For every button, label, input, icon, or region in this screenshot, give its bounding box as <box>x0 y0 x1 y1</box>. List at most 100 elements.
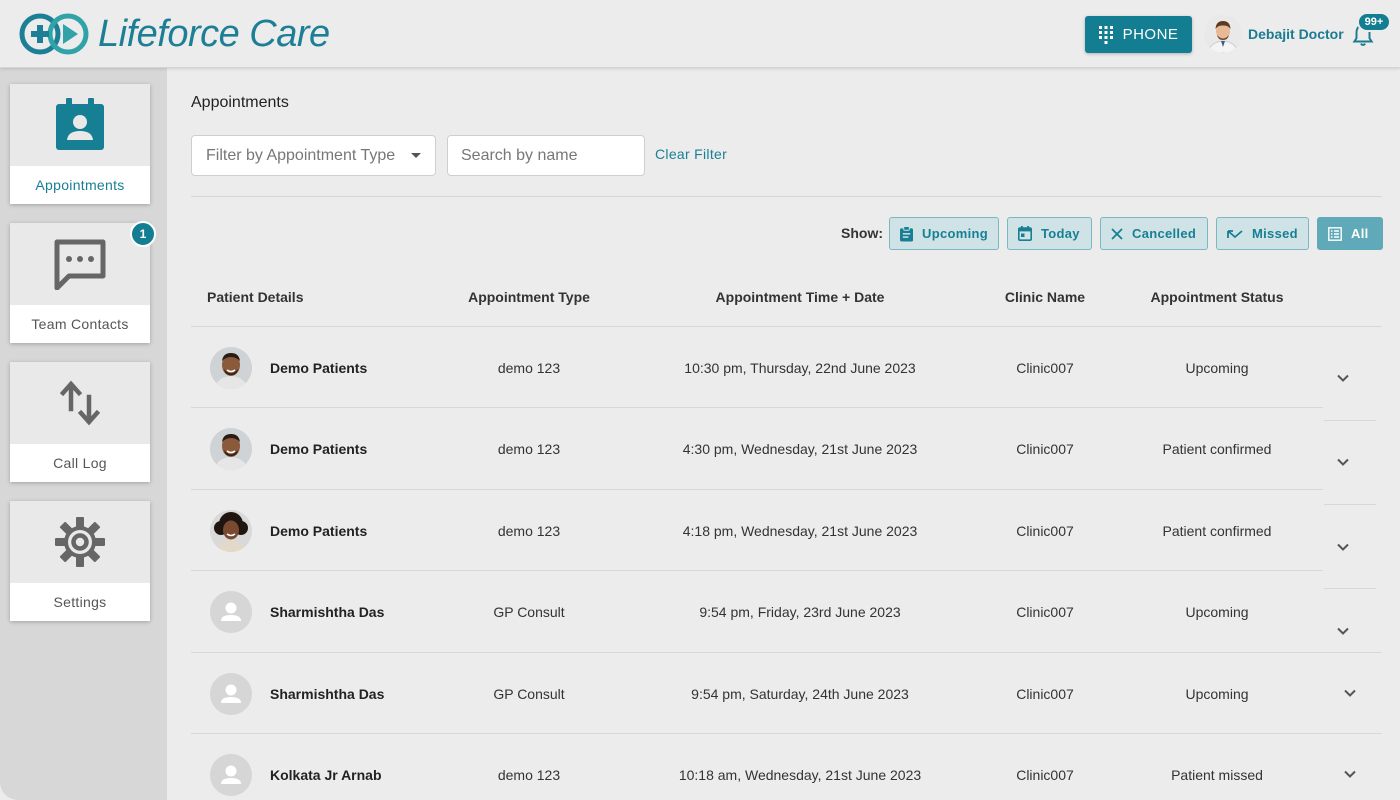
sidebar-item-label: Call Log <box>53 455 107 471</box>
appointment-status: Patient confirmed <box>1162 441 1272 457</box>
filter-placeholder: Filter by Appointment Type <box>206 146 396 164</box>
appointment-type: GP Consult <box>493 604 565 620</box>
clear-filter-link[interactable]: Clear Filter <box>655 146 727 162</box>
appointment-status: Upcoming <box>1185 686 1249 702</box>
patient-name: Sharmishtha Das <box>270 604 385 620</box>
appointment-type: demo 123 <box>497 441 561 457</box>
filter-chip-upcoming[interactable]: Upcoming <box>889 217 999 250</box>
swap-vertical-icon <box>60 380 100 426</box>
sidebar-item-label: Team Contacts <box>31 316 129 332</box>
sidebar-item-label: Settings <box>53 594 107 610</box>
user-name: Debajit Doctor <box>1248 26 1344 42</box>
chevron-down-icon[interactable] <box>1340 764 1360 784</box>
column-header-clinic-name[interactable]: Clinic Name <box>965 289 1125 305</box>
calendar-user-icon <box>56 98 104 150</box>
chevron-down-icon[interactable] <box>1340 683 1360 703</box>
patient-avatar-placeholder <box>210 591 252 633</box>
patient-name: Demo Patients <box>270 523 368 539</box>
show-label: Show: <box>841 225 883 241</box>
close-icon <box>1111 227 1123 240</box>
caret-down-icon <box>411 153 421 158</box>
phone-button-label: PHONE <box>1122 26 1179 43</box>
clinic-name: Clinic007 <box>1016 767 1074 783</box>
sidebar-item-team-contacts[interactable]: Team Contacts <box>10 223 150 343</box>
dialpad-icon <box>1098 25 1113 44</box>
patient-name: Demo Patients <box>270 360 368 376</box>
chip-label: All <box>1351 226 1369 241</box>
clinic-name: Clinic007 <box>1016 604 1074 620</box>
gear-icon <box>55 517 105 567</box>
filter-chip-all[interactable]: All <box>1317 217 1383 250</box>
divider <box>191 196 1382 197</box>
patient-avatar <box>210 510 252 552</box>
appointment-type: demo 123 <box>497 767 561 783</box>
sidebar-item-label: Appointments <box>35 177 125 193</box>
clinic-name: Clinic007 <box>1016 360 1074 376</box>
table-row[interactable]: Kolkata Jr Arnab demo 123 10:18 am, Wedn… <box>191 734 1382 800</box>
calendar-today-icon <box>1018 226 1032 241</box>
logo-mark-icon <box>19 13 89 55</box>
chevron-down-icon[interactable] <box>1333 621 1353 641</box>
patient-avatar-placeholder <box>210 754 252 796</box>
column-header-appointment-status[interactable]: Appointment Status <box>1117 289 1317 305</box>
chevron-down-icon[interactable] <box>1333 537 1353 557</box>
patient-avatar <box>210 428 252 470</box>
clinic-name: Clinic007 <box>1016 686 1074 702</box>
sidebar-item-settings[interactable]: Settings <box>10 501 150 621</box>
clipboard-icon <box>900 225 914 241</box>
main-content: Appointments Filter by Appointment Type … <box>167 68 1400 800</box>
chevron-down-icon[interactable] <box>1333 368 1353 388</box>
table-row[interactable]: Sharmishtha Das GP Consult 9:54 pm, Satu… <box>191 653 1382 734</box>
filter-chip-missed[interactable]: Missed <box>1216 217 1309 250</box>
filter-chip-today[interactable]: Today <box>1007 217 1092 250</box>
appointment-datetime: 4:30 pm, Wednesday, 21st June 2023 <box>682 441 918 457</box>
appointment-status: Patient missed <box>1171 767 1263 783</box>
missed-call-icon <box>1227 229 1243 238</box>
user-avatar <box>1204 15 1242 53</box>
column-header-patient-details[interactable]: Patient Details <box>207 289 303 305</box>
appointment-type: GP Consult <box>493 686 565 702</box>
clinic-name: Clinic007 <box>1016 523 1074 539</box>
user-profile[interactable]: Debajit Doctor <box>1204 12 1344 56</box>
appointment-datetime: 4:18 pm, Wednesday, 21st June 2023 <box>682 523 918 539</box>
chip-label: Cancelled <box>1132 226 1197 241</box>
search-input[interactable] <box>447 135 645 176</box>
sidebar-item-appointments[interactable]: Appointments <box>10 84 150 204</box>
chevron-down-icon[interactable] <box>1333 452 1353 472</box>
appointment-type: demo 123 <box>497 523 561 539</box>
patient-name: Sharmishtha Das <box>270 686 385 702</box>
appointment-type-filter[interactable]: Filter by Appointment Type <box>191 135 436 176</box>
appointment-datetime: 9:54 pm, Saturday, 24th June 2023 <box>691 686 909 702</box>
table-row[interactable]: Demo Patients demo 123 4:18 pm, Wednesda… <box>191 490 1382 571</box>
patient-name: Demo Patients <box>270 441 368 457</box>
brand-logo[interactable]: Lifeforce Care <box>18 10 330 58</box>
table-row[interactable]: Demo Patients demo 123 4:30 pm, Wednesda… <box>191 408 1382 489</box>
patient-avatar-placeholder <box>210 673 252 715</box>
appointment-status: Patient confirmed <box>1162 523 1272 539</box>
chat-bubble-icon <box>54 239 106 290</box>
chip-label: Missed <box>1252 226 1298 241</box>
table-row[interactable]: Demo Patients demo 123 10:30 pm, Thursda… <box>191 327 1382 408</box>
appointment-status: Upcoming <box>1185 360 1249 376</box>
appointment-status: Upcoming <box>1185 604 1249 620</box>
notifications-badge: 99+ <box>1357 12 1391 32</box>
patient-avatar <box>210 347 252 389</box>
chip-label: Today <box>1041 226 1080 241</box>
app-window: Lifeforce Care PHONE Debajit Doctor 99+ … <box>0 0 1400 800</box>
brand-name: Lifeforce Care <box>98 12 330 55</box>
column-header-appointment-time[interactable]: Appointment Time + Date <box>650 289 950 305</box>
clinic-name: Clinic007 <box>1016 441 1074 457</box>
team-contacts-badge: 1 <box>130 221 156 247</box>
appointment-datetime: 10:18 am, Wednesday, 21st June 2023 <box>678 767 922 783</box>
table-row[interactable]: Sharmishtha Das GP Consult 9:54 pm, Frid… <box>191 571 1382 652</box>
column-header-appointment-type[interactable]: Appointment Type <box>429 289 629 305</box>
chip-label: Upcoming <box>922 226 988 241</box>
sidebar-item-call-log[interactable]: Call Log <box>10 362 150 482</box>
patient-name: Kolkata Jr Arnab <box>270 767 382 783</box>
list-icon <box>1328 226 1342 241</box>
appointment-datetime: 10:30 pm, Thursday, 22nd June 2023 <box>684 360 916 376</box>
top-header: Lifeforce Care PHONE Debajit Doctor 99+ <box>0 0 1400 68</box>
phone-button[interactable]: PHONE <box>1085 16 1192 53</box>
appointment-datetime: 9:54 pm, Friday, 23rd June 2023 <box>699 604 901 620</box>
filter-chip-cancelled[interactable]: Cancelled <box>1100 217 1208 250</box>
